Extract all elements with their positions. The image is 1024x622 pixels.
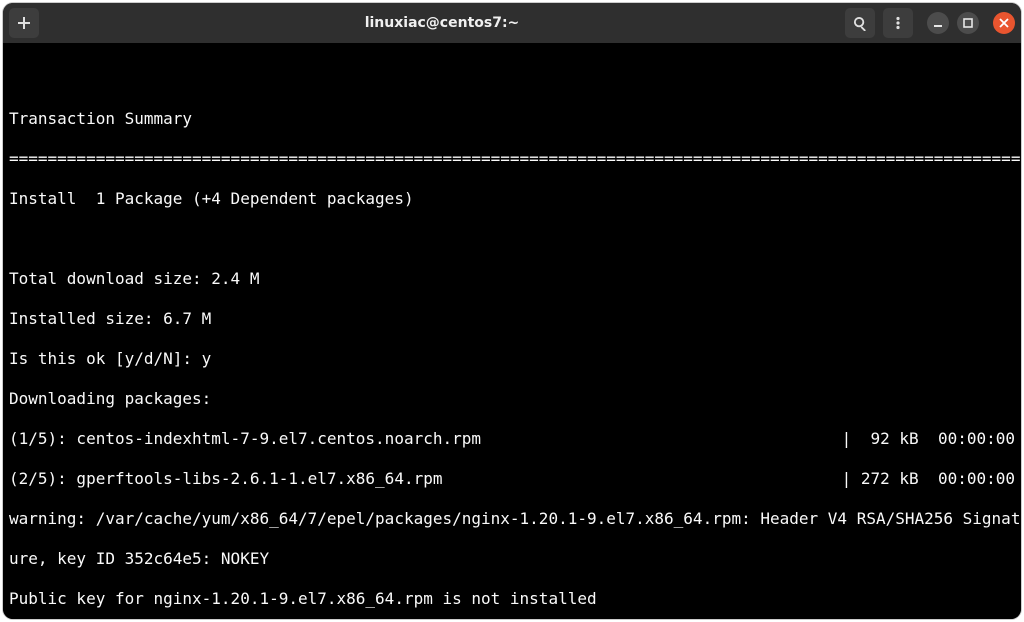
installed-size: Installed size: 6.7 M xyxy=(9,309,1015,329)
install-line: Install 1 Package (+4 Dependent packages… xyxy=(9,189,1015,209)
warning-line: warning: /var/cache/yum/x86_64/7/epel/pa… xyxy=(9,509,1015,529)
transaction-summary-heading: Transaction Summary xyxy=(9,109,1015,129)
maximize-icon xyxy=(962,17,974,29)
pkg-stats: | 92 kB 00:00:00 xyxy=(842,429,1015,449)
maximize-button[interactable] xyxy=(957,12,979,34)
close-button[interactable] xyxy=(993,12,1015,34)
minimize-icon xyxy=(932,17,944,29)
pkg-name: (2/5): gperftools-libs-2.6.1-1.el7.x86_6… xyxy=(9,469,442,489)
window-title: linuxiac@centos7:~ xyxy=(39,15,845,31)
terminal-output[interactable]: Transaction Summary ====================… xyxy=(3,43,1021,619)
minimize-button[interactable] xyxy=(927,12,949,34)
titlebar: linuxiac@centos7:~ xyxy=(3,3,1021,43)
pkg-stats: | 272 kB 00:00:00 xyxy=(842,469,1015,489)
blank-line xyxy=(9,229,1015,249)
terminal-window: linuxiac@centos7:~ Transaction Summary =… xyxy=(3,3,1021,619)
prompt-question: Is this ok [y/d/N]: xyxy=(9,349,202,368)
divider: ========================================… xyxy=(9,149,1015,169)
kebab-menu-icon xyxy=(891,16,905,30)
search-button[interactable] xyxy=(845,8,875,38)
downloading-heading: Downloading packages: xyxy=(9,389,1015,409)
download-row: (2/5): gperftools-libs-2.6.1-1.el7.x86_6… xyxy=(9,469,1015,489)
download-row: (1/5): centos-indexhtml-7-9.el7.centos.n… xyxy=(9,429,1015,449)
warning-line-cont: ure, key ID 352c64e5: NOKEY xyxy=(9,549,1015,569)
menu-button[interactable] xyxy=(883,8,913,38)
prompt-answer: y xyxy=(202,349,212,368)
pubkey-missing: Public key for nginx-1.20.1-9.el7.x86_64… xyxy=(9,589,1015,609)
plus-icon xyxy=(17,16,31,30)
pkg-name: (1/5): centos-indexhtml-7-9.el7.centos.n… xyxy=(9,429,481,449)
close-icon xyxy=(999,18,1009,28)
search-icon xyxy=(853,16,868,31)
blank-line xyxy=(9,69,1015,89)
new-tab-button[interactable] xyxy=(9,8,39,38)
total-download-size: Total download size: 2.4 M xyxy=(9,269,1015,289)
confirm-prompt-1: Is this ok [y/d/N]: y xyxy=(9,349,1015,369)
